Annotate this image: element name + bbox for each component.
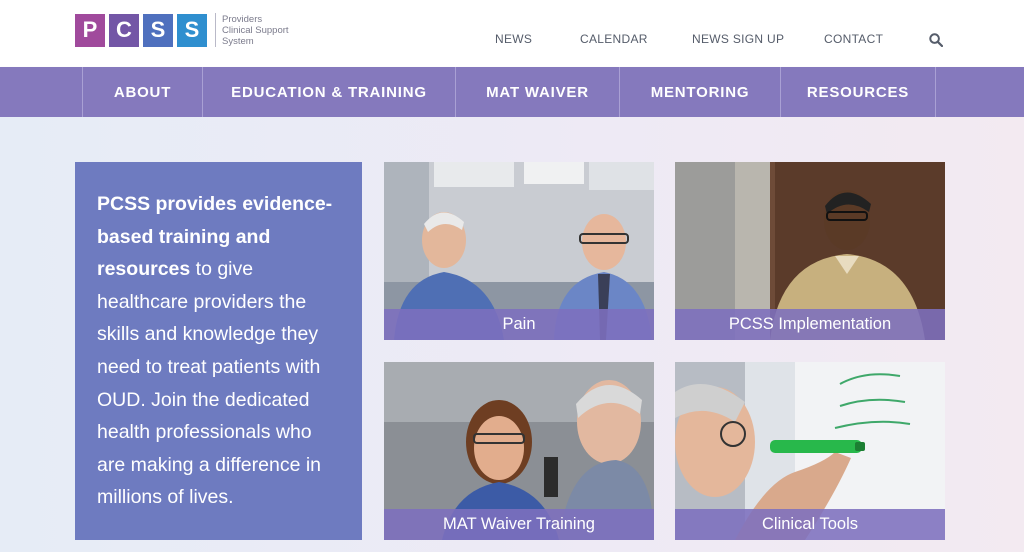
tagline-line-2: Clinical Support — [222, 24, 289, 36]
tile-clinical-tools[interactable]: Clinical Tools — [675, 362, 945, 540]
nav-item-resources[interactable]: RESOURCES — [780, 67, 936, 117]
tile-pcss-implementation-caption: PCSS Implementation — [675, 309, 945, 340]
pcss-logo[interactable]: P C S S Providers Clinical Support Syste… — [75, 13, 289, 47]
main-nav: ABOUT EDUCATION & TRAINING MAT WAIVER ME… — [0, 67, 1024, 117]
intro-text-box: PCSS provides evidence-based training an… — [75, 162, 362, 540]
nav-item-mat-waiver[interactable]: MAT WAIVER — [455, 67, 619, 117]
site-header: P C S S Providers Clinical Support Syste… — [0, 0, 1024, 67]
logo-letter-s2: S — [177, 13, 207, 47]
search-icon[interactable] — [929, 33, 943, 47]
tagline-line-3: System — [222, 35, 254, 47]
nav-item-mentoring[interactable]: MENTORING — [619, 67, 780, 117]
nav-item-education-training[interactable]: EDUCATION & TRAINING — [202, 67, 455, 117]
logo-tagline: Providers Clinical Support System — [215, 13, 289, 47]
nav-item-about[interactable]: ABOUT — [82, 67, 202, 117]
util-nav-news-sign-up[interactable]: NEWS SIGN UP — [692, 32, 784, 46]
tagline-line-1: Providers — [222, 13, 263, 25]
logo-letter-p: P — [75, 13, 105, 47]
tile-mat-waiver-training-caption: MAT Waiver Training — [384, 509, 654, 540]
tile-pain[interactable]: Pain — [384, 162, 654, 340]
tile-clinical-tools-caption: Clinical Tools — [675, 509, 945, 540]
util-nav-news[interactable]: NEWS — [495, 32, 532, 46]
logo-letter-s1: S — [143, 13, 173, 47]
tile-pain-caption: Pain — [384, 309, 654, 340]
util-nav-calendar[interactable]: CALENDAR — [580, 32, 648, 46]
logo-letter-c: C — [109, 13, 139, 47]
intro-body-text: to give healthcare providers the skills … — [97, 258, 322, 509]
tile-pcss-implementation[interactable]: PCSS Implementation — [675, 162, 945, 340]
util-nav-contact[interactable]: CONTACT — [824, 32, 883, 46]
tile-mat-waiver-training[interactable]: MAT Waiver Training — [384, 362, 654, 540]
